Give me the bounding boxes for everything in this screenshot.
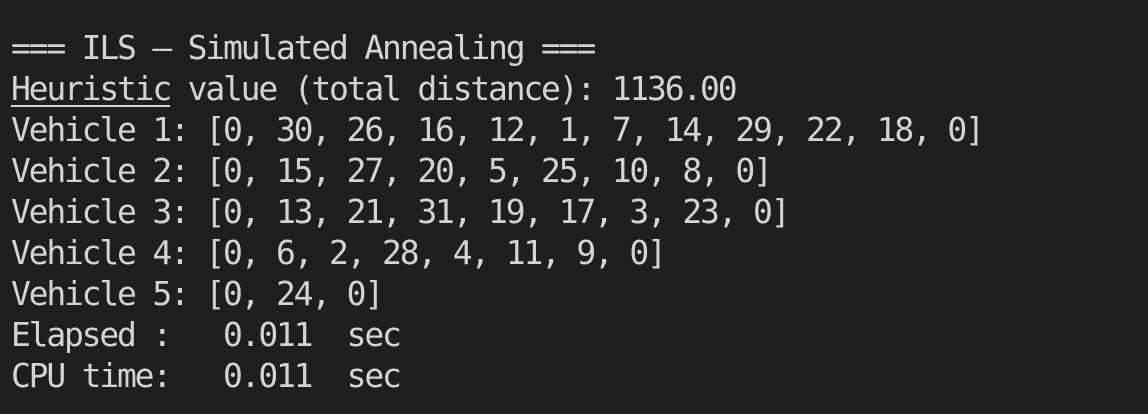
terminal-output: === ILS – Simulated Annealing === Heuris… — [0, 0, 1148, 414]
vehicle-1-route: Vehicle 1: [0, 30, 26, 16, 12, 1, 7, 14,… — [11, 110, 985, 149]
elapsed-time: Elapsed : 0.011 sec — [11, 315, 402, 354]
vehicle-5-route: Vehicle 5: [0, 24, 0] — [11, 274, 384, 313]
heuristic-value: value (total distance): 1136.00 — [170, 69, 738, 108]
vehicle-3-route: Vehicle 3: [0, 13, 21, 31, 19, 17, 3, 23… — [11, 192, 791, 231]
heuristic-line: Heuristic value (total distance): 1136.0… — [11, 68, 1148, 109]
title-line: === ILS – Simulated Annealing === — [11, 28, 596, 67]
vehicle-4-route: Vehicle 4: [0, 6, 2, 28, 4, 11, 9, 0] — [11, 233, 667, 272]
vehicle-2-route: Vehicle 2: [0, 15, 27, 20, 5, 25, 10, 8,… — [11, 151, 773, 190]
heuristic-word: Heuristic — [11, 69, 172, 108]
cpu-time: CPU time: 0.011 sec — [11, 356, 402, 395]
